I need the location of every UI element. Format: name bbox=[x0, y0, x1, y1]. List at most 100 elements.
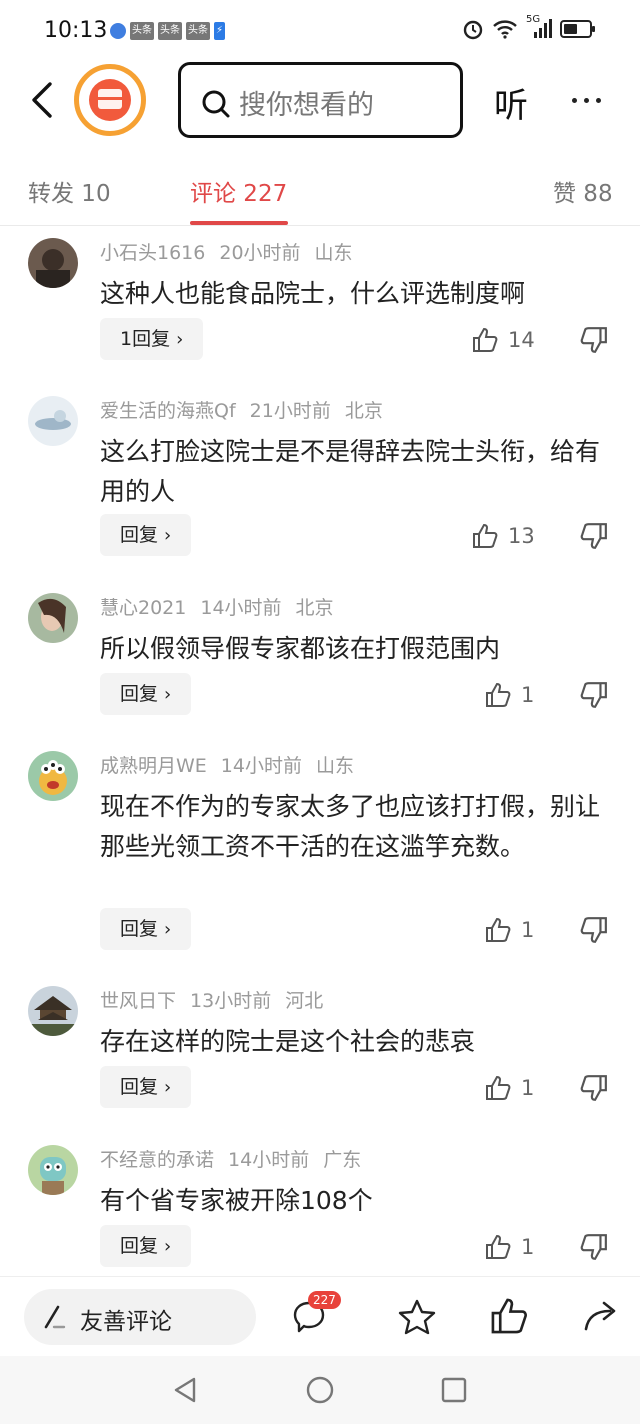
back-button[interactable] bbox=[24, 80, 64, 120]
like-count: 1 bbox=[521, 683, 535, 707]
location: 山东 bbox=[314, 242, 353, 264]
search-icon bbox=[202, 90, 230, 118]
avatar[interactable] bbox=[28, 238, 78, 288]
alarm-icon bbox=[463, 20, 483, 40]
username[interactable]: 不经意的承诺 bbox=[100, 1149, 214, 1171]
like-thumbs-up-icon[interactable] bbox=[490, 1297, 528, 1335]
back-icon bbox=[32, 82, 52, 118]
tab-likes[interactable]: 赞 88 bbox=[553, 174, 613, 208]
thumbs-down-icon[interactable] bbox=[580, 1229, 608, 1265]
reply-button[interactable]: 回复 › bbox=[100, 1066, 192, 1108]
like-count: 1 bbox=[521, 1076, 535, 1100]
favorite-star-icon[interactable] bbox=[397, 1297, 437, 1337]
comment-meta: 成熟明月WE 14小时前 山东 bbox=[100, 751, 368, 778]
like-button[interactable]: 1 bbox=[485, 1070, 534, 1106]
comment-text: 这么打脸这院士是不是得辞去院士头衔，给有用的人 bbox=[100, 437, 601, 506]
location: 山东 bbox=[315, 755, 354, 777]
chevron-right-icon: › bbox=[176, 329, 184, 350]
reply-button[interactable]: 1回复 › bbox=[100, 318, 204, 360]
like-button[interactable]: 13 bbox=[472, 518, 535, 554]
comment-text: 现在不作为的专家太多了也应该打打假，别让那些光领工资不干活的在这滥竽充数。 bbox=[100, 792, 601, 861]
comment-input[interactable]: 友善评论 bbox=[24, 1289, 256, 1345]
tab-bar: 转发 10 评论 227 赞 88 bbox=[0, 160, 640, 226]
nav-home-icon[interactable] bbox=[305, 1375, 335, 1405]
status-time: 10:13 bbox=[44, 18, 108, 43]
reply-button[interactable]: 回复 › bbox=[100, 1225, 192, 1267]
thumbs-up-icon bbox=[473, 523, 498, 548]
toutiao-notification-icon: 头条 bbox=[158, 22, 182, 40]
chevron-right-icon: › bbox=[164, 1077, 172, 1098]
thumbs-up-icon bbox=[473, 327, 498, 352]
timestamp: 13小时前 bbox=[190, 990, 272, 1012]
username[interactable]: 爱生活的海燕Qf bbox=[100, 400, 236, 422]
avatar[interactable] bbox=[28, 593, 78, 643]
share-icon[interactable] bbox=[582, 1297, 620, 1335]
reply-button[interactable]: 回复 › bbox=[100, 908, 192, 950]
battery-icon bbox=[560, 20, 595, 38]
timestamp: 14小时前 bbox=[220, 755, 302, 777]
comment-input-label: 友善评论 bbox=[80, 1309, 172, 1335]
comment-meta: 小石头1616 20小时前 山东 bbox=[100, 238, 367, 265]
location: 北京 bbox=[344, 400, 383, 422]
wifi-icon bbox=[493, 20, 517, 39]
like-count: 13 bbox=[508, 524, 535, 548]
reply-button[interactable]: 回复 › bbox=[100, 673, 192, 715]
reply-button[interactable]: 回复 › bbox=[100, 514, 192, 556]
comment-text: 所以假领导假专家都该在打假范围内 bbox=[100, 634, 501, 663]
search-bar[interactable]: 搜你想看的 bbox=[178, 62, 463, 138]
avatar[interactable] bbox=[28, 751, 78, 801]
thumbs-down-icon[interactable] bbox=[580, 912, 608, 948]
chevron-right-icon: › bbox=[164, 525, 172, 546]
avatar[interactable] bbox=[28, 986, 78, 1036]
location-icon bbox=[110, 23, 126, 39]
thumbs-down-icon[interactable] bbox=[580, 518, 608, 554]
tab-repost[interactable]: 转发 10 bbox=[28, 174, 111, 208]
thumbs-down-icon[interactable] bbox=[580, 677, 608, 713]
more-options-button[interactable] bbox=[572, 98, 601, 103]
username[interactable]: 小石头1616 bbox=[100, 242, 205, 264]
thumbs-down-icon[interactable] bbox=[580, 1070, 608, 1106]
notification-icons: 头条 头条 头条 ⚡ bbox=[110, 22, 226, 40]
username[interactable]: 成熟明月WE bbox=[100, 755, 207, 777]
listen-button[interactable]: 听 bbox=[494, 78, 528, 127]
system-navigation-bar bbox=[0, 1356, 640, 1424]
comment-count-badge: 227 bbox=[308, 1291, 341, 1309]
thumbs-up-icon bbox=[486, 1075, 511, 1100]
timestamp: 14小时前 bbox=[200, 597, 282, 619]
search-placeholder: 搜你想看的 bbox=[239, 90, 374, 121]
chevron-right-icon: › bbox=[164, 684, 172, 705]
thumbs-up-icon bbox=[486, 917, 511, 942]
comment-text: 这种人也能食品院士，什么评选制度啊 bbox=[100, 279, 526, 308]
toutiao-notification-icon: 头条 bbox=[186, 22, 210, 40]
signal-icon: 5G bbox=[526, 14, 552, 40]
like-count: 1 bbox=[521, 918, 535, 942]
timestamp: 20小时前 bbox=[219, 242, 301, 264]
top-header: 搜你想看的 听 bbox=[0, 60, 640, 140]
like-button[interactable]: 1 bbox=[485, 912, 534, 948]
like-count: 1 bbox=[521, 1235, 535, 1259]
flash-notification-icon: ⚡ bbox=[214, 22, 226, 40]
network-type: 5G bbox=[526, 14, 541, 25]
username[interactable]: 慧心2021 bbox=[100, 597, 186, 619]
thumbs-up-icon bbox=[486, 1234, 511, 1259]
comment-text: 存在这样的院士是这个社会的悲哀 bbox=[100, 1027, 476, 1056]
location: 广东 bbox=[323, 1149, 362, 1171]
tab-comments[interactable]: 评论 227 bbox=[190, 174, 287, 208]
toutiao-notification-icon: 头条 bbox=[130, 22, 154, 40]
thumbs-up-icon bbox=[486, 682, 511, 707]
like-button[interactable]: 1 bbox=[485, 677, 534, 713]
comment-meta: 爱生活的海燕Qf 21小时前 北京 bbox=[100, 396, 397, 423]
nav-recents-icon[interactable] bbox=[441, 1377, 467, 1403]
like-button[interactable]: 1 bbox=[485, 1229, 534, 1265]
chevron-right-icon: › bbox=[164, 1236, 172, 1257]
thumbs-down-icon[interactable] bbox=[580, 322, 608, 358]
red-packet-icon bbox=[98, 89, 122, 109]
nav-back-icon[interactable] bbox=[172, 1376, 198, 1404]
username[interactable]: 世风日下 bbox=[100, 990, 176, 1012]
like-count: 14 bbox=[508, 328, 535, 352]
like-button[interactable]: 14 bbox=[472, 322, 535, 358]
avatar[interactable] bbox=[28, 1145, 78, 1195]
location: 北京 bbox=[295, 597, 334, 619]
app-logo[interactable] bbox=[74, 64, 146, 136]
avatar[interactable] bbox=[28, 396, 78, 446]
